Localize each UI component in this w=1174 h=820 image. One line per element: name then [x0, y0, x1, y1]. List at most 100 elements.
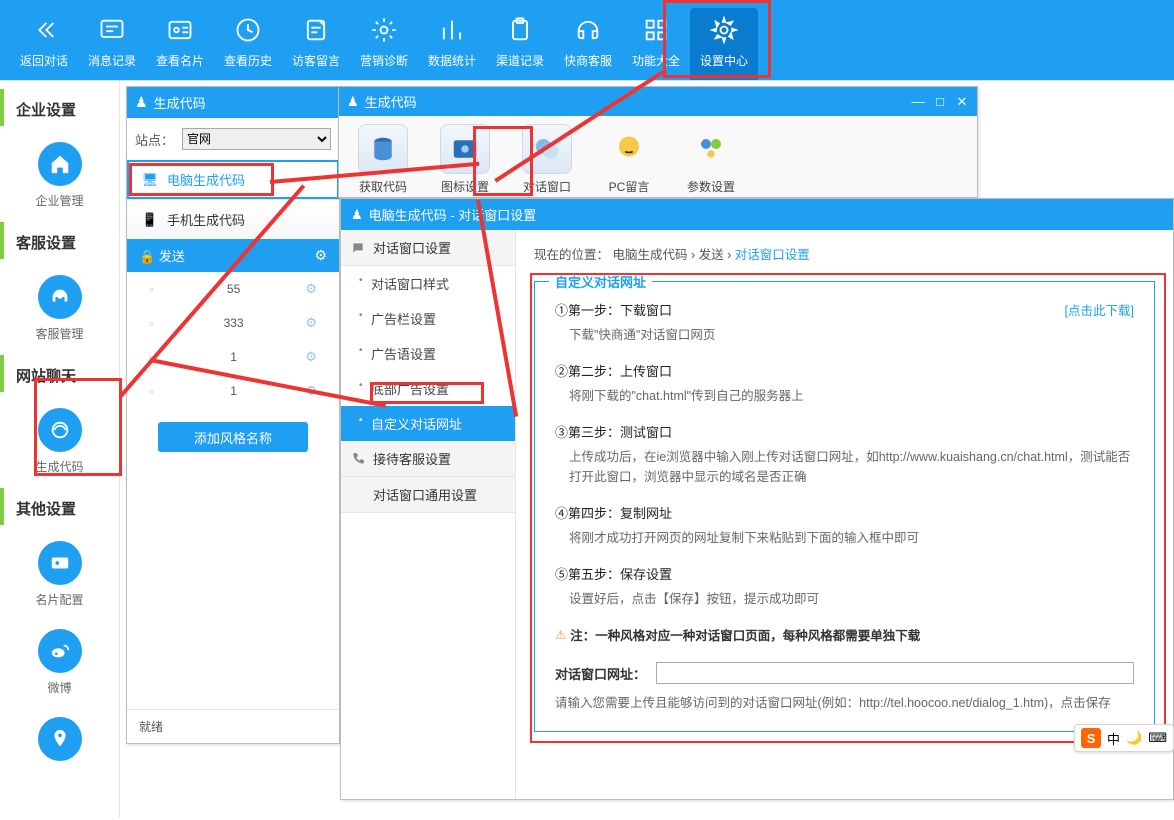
- nav-leaf-bottomad[interactable]: 底部广告设置: [341, 371, 515, 406]
- gear-icon: ⚙: [305, 281, 317, 297]
- sidebar-item-agent[interactable]: 客服管理: [0, 267, 119, 355]
- history-icon: [214, 14, 282, 46]
- step4-title: ④第四步：复制网址: [555, 503, 1134, 522]
- breadcrumb-current[interactable]: 对话窗口设置: [735, 248, 810, 262]
- download-link[interactable]: [点击此下载]: [1065, 300, 1134, 319]
- pcmsg-icon: [604, 124, 654, 174]
- clipboard-icon: [486, 14, 554, 46]
- gencode-panel: 生成代码 站点： 官网 🖥电脑生成代码 📱手机生成代码 🔒 发送⚙ 55⚙ 33…: [126, 86, 340, 744]
- gencode-title: 生成代码: [127, 87, 339, 118]
- topbar-stats[interactable]: 数据统计: [418, 8, 486, 80]
- headset-icon: [554, 14, 622, 46]
- idcard-icon: [38, 541, 82, 585]
- style-item[interactable]: 55⚙: [127, 272, 339, 306]
- topbar-note[interactable]: 访客留言: [282, 8, 350, 80]
- topbar-channel[interactable]: 渠道记录: [486, 8, 554, 80]
- custom-url-fieldset: 自定义对话网址 [点击此下载] ①第一步：下载窗口下载"快商通"对话窗口网页 ②…: [534, 281, 1155, 732]
- close-button[interactable]: ✕: [955, 94, 969, 110]
- step2-title: ②第二步：上传窗口: [555, 361, 1134, 380]
- ime-toolbar[interactable]: S 中 🌙 ⌨: [1074, 724, 1174, 752]
- topbar-diag[interactable]: 营销诊断: [350, 8, 418, 80]
- note-icon: [282, 14, 350, 46]
- agent-icon: [38, 275, 82, 319]
- pc-icon: 🖥: [141, 171, 159, 189]
- pin-icon: [38, 717, 82, 761]
- topbar-support[interactable]: 快商客服: [554, 8, 622, 80]
- topbar-back[interactable]: 返回对话: [10, 8, 78, 80]
- step1-title: ①第一步：下载窗口: [555, 300, 1134, 319]
- gear-icon: [690, 14, 758, 46]
- topbar-features[interactable]: 功能大全: [622, 8, 690, 80]
- topbar-settings[interactable]: 设置中心: [690, 8, 758, 80]
- settings-nav: 对话窗口设置 对话窗口样式 广告栏设置 广告语设置 底部广告设置 自定义对话网址…: [341, 230, 516, 799]
- nav-leaf-adword[interactable]: 广告语设置: [341, 336, 515, 371]
- msg-icon: [78, 14, 146, 46]
- settings-title: 电脑生成代码 - 对话窗口设置: [341, 199, 1173, 230]
- nav-cat-reception[interactable]: 接待客服设置: [341, 441, 515, 477]
- chat-icon: [522, 124, 572, 174]
- gencode-tab-pc[interactable]: 🖥电脑生成代码: [127, 160, 339, 199]
- nav-leaf-chatstyle[interactable]: 对话窗口样式: [341, 266, 515, 301]
- home-icon: [38, 142, 82, 186]
- keyboard-icon: ⌨: [1148, 730, 1167, 746]
- url-hint: 请输入您需要上传且能够访问到的对话窗口网址(例如：http://tel.hooc…: [555, 692, 1134, 711]
- gear-icon: ⚙: [305, 349, 317, 365]
- sidebar-item-enterprise[interactable]: 企业管理: [0, 134, 119, 222]
- wizard-panel: 生成代码 — □ ✕ 获取代码 图标设置 对话窗口 PC留言 参数设置: [338, 86, 978, 198]
- step1-desc: 下载"快商通"对话窗口网页: [555, 325, 1134, 345]
- style-item[interactable]: 333⚙: [127, 306, 339, 340]
- moon-icon: 🌙: [1126, 730, 1142, 746]
- chat-url-input[interactable]: [656, 662, 1134, 684]
- nav-leaf-adbar[interactable]: 广告栏设置: [341, 301, 515, 336]
- style-item[interactable]: 1⚙: [127, 374, 339, 408]
- sidebar-item-gencode[interactable]: 生成代码: [0, 400, 119, 488]
- sidebar-cat-other: 其他设置: [0, 488, 119, 525]
- topbar-card[interactable]: 查看名片: [146, 8, 214, 80]
- stats-icon: [418, 14, 486, 46]
- style-item[interactable]: 1⚙: [127, 340, 339, 374]
- gencode-section-send[interactable]: 🔒 发送⚙: [127, 239, 339, 272]
- step3-title: ③第三步：测试窗口: [555, 422, 1134, 441]
- iconset-icon: [440, 124, 490, 174]
- nav-cat-general[interactable]: 对话窗口通用设置: [341, 477, 515, 513]
- back-icon: [10, 14, 78, 46]
- nav-cat-chatwin[interactable]: 对话窗口设置: [341, 230, 515, 266]
- gencode-tab-mobile[interactable]: 📱手机生成代码: [127, 199, 339, 239]
- weibo-icon: [38, 629, 82, 673]
- settings-window: 电脑生成代码 - 对话窗口设置 对话窗口设置 对话窗口样式 广告栏设置 广告语设…: [340, 198, 1174, 800]
- param-icon: [686, 124, 736, 174]
- sidebar-item-cardconfig[interactable]: 名片配置: [0, 533, 119, 621]
- diag-icon: [350, 14, 418, 46]
- sidebar-item-location[interactable]: [0, 709, 119, 779]
- fieldset-legend: 自定义对话网址: [549, 272, 652, 291]
- grid-icon: [622, 14, 690, 46]
- nav-leaf-customurl[interactable]: 自定义对话网址: [341, 406, 515, 441]
- wiz-iconset[interactable]: 图标设置: [435, 124, 495, 195]
- topbar-msg[interactable]: 消息记录: [78, 8, 146, 80]
- wiz-param[interactable]: 参数设置: [681, 124, 741, 195]
- status-label: 就绪: [127, 709, 339, 743]
- wiz-chat[interactable]: 对话窗口: [517, 124, 577, 195]
- gear-icon: ⚙: [305, 383, 317, 399]
- card-icon: [146, 14, 214, 46]
- sidebar: 企业设置 企业管理 客服设置 客服管理 网站聊天 生成代码 其他设置 名片配置 …: [0, 81, 120, 818]
- gear-icon: ⚙: [305, 315, 317, 331]
- ie-icon: [38, 408, 82, 452]
- sidebar-cat-enterprise: 企业设置: [0, 89, 119, 126]
- breadcrumb: 现在的位置： 电脑生成代码 › 发送 › 对话窗口设置: [534, 244, 1155, 263]
- step2-desc: 将刚下载的"chat.html"传到自己的服务器上: [555, 386, 1134, 406]
- wiz-pcmsg[interactable]: PC留言: [599, 124, 659, 195]
- add-style-button[interactable]: 添加风格名称: [158, 422, 308, 452]
- maximize-button[interactable]: □: [933, 94, 947, 110]
- wiz-getcode[interactable]: 获取代码: [353, 124, 413, 195]
- minimize-button[interactable]: —: [911, 94, 925, 110]
- sogou-icon: S: [1081, 728, 1101, 748]
- url-label: 对话窗口网址：: [555, 664, 646, 683]
- sidebar-item-weibo[interactable]: 微博: [0, 621, 119, 709]
- mobile-icon: 📱: [141, 211, 159, 229]
- gear-icon: ⚙: [314, 247, 327, 264]
- topbar-history[interactable]: 查看历史: [214, 8, 282, 80]
- step5-desc: 设置好后，点击【保存】按钮，提示成功即可: [555, 589, 1134, 609]
- sidebar-cat-agent: 客服设置: [0, 222, 119, 259]
- site-select[interactable]: 官网: [182, 128, 331, 150]
